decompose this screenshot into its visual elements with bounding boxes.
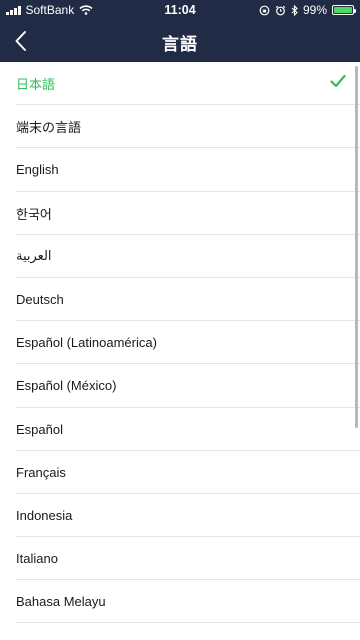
language-label: Indonesia xyxy=(16,507,73,523)
language-row[interactable]: Français xyxy=(0,451,360,495)
language-label: Español xyxy=(16,421,63,437)
language-row[interactable]: 日本語 xyxy=(0,62,360,106)
language-label: Español (Latinoamérica) xyxy=(16,335,157,351)
language-row[interactable]: العربية xyxy=(0,235,360,279)
language-row[interactable]: Español (México) xyxy=(0,364,360,408)
alarm-icon xyxy=(275,5,286,15)
scrollbar[interactable] xyxy=(355,66,358,428)
language-label: Deutsch xyxy=(16,292,64,308)
language-row[interactable]: 端末の言語 xyxy=(0,105,360,149)
language-label: 한국어 xyxy=(16,206,52,222)
language-row[interactable]: English xyxy=(0,148,360,192)
checkmark-icon xyxy=(330,74,346,88)
language-label: Español (México) xyxy=(16,378,117,394)
language-label: Italiano xyxy=(16,551,58,567)
navigation-bar: 言語 xyxy=(0,20,360,62)
page-title: 言語 xyxy=(162,35,198,54)
header: SoftBank 11:04 99% 言語 xyxy=(0,0,360,62)
language-label: English xyxy=(16,162,59,178)
language-label: Français xyxy=(16,464,66,480)
language-row[interactable]: Deutsch xyxy=(0,278,360,322)
battery-percent: 99% xyxy=(302,3,327,17)
status-bar: SoftBank 11:04 99% xyxy=(0,0,360,20)
language-label: Bahasa Melayu xyxy=(16,594,106,610)
language-label: 端末の言語 xyxy=(16,120,82,136)
status-right: 99% xyxy=(259,3,356,17)
battery-icon xyxy=(332,5,356,15)
language-list: 日本語端末の言語 English 한국어 العربية Deutsch Español … xyxy=(0,62,360,640)
language-row[interactable]: Español (Latinoamérica) xyxy=(0,321,360,365)
language-row[interactable]: Español xyxy=(0,408,360,451)
language-row[interactable]: 한국어 xyxy=(0,192,360,235)
language-row[interactable]: Indonesia xyxy=(0,494,360,538)
language-row[interactable]: Italiano xyxy=(0,537,360,581)
language-label: العربية xyxy=(16,248,52,264)
rotation-lock-icon xyxy=(259,5,270,15)
language-row[interactable]: Bahasa Melayu xyxy=(0,580,360,624)
bluetooth-icon xyxy=(291,4,298,16)
language-label: 日本語 xyxy=(16,77,56,93)
